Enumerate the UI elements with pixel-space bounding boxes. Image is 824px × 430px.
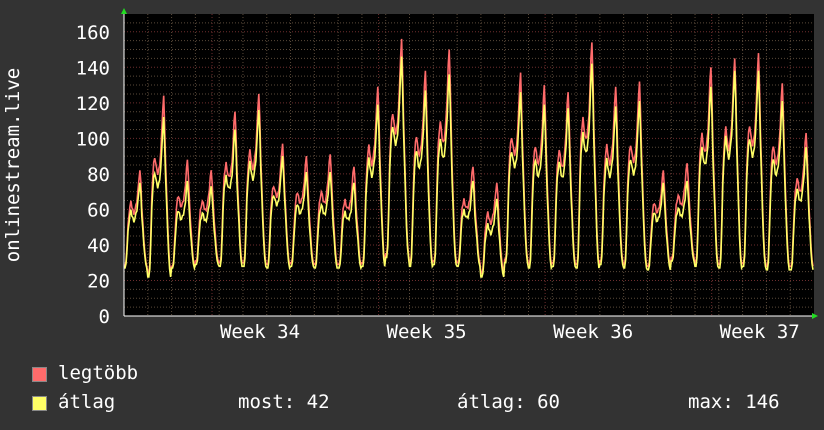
legend-swatch-avg	[32, 396, 47, 411]
y-axis-ticks: 0 20 40 60 80 100 120 140 160	[76, 22, 110, 328]
legend-label-avg: átlag	[58, 391, 116, 413]
stat-average: átlag: 60	[457, 391, 560, 413]
x-tick-label: Week 34	[220, 321, 300, 343]
y-tick-label: 160	[76, 22, 110, 44]
x-tick-label: Week 35	[387, 321, 467, 343]
legend-label-max: legtöbb	[58, 362, 139, 384]
y-tick-label: 0	[99, 306, 110, 328]
y-axis-arrow-icon	[121, 8, 127, 14]
x-axis-ticks: Week 34 Week 35 Week 36 Week 37	[220, 321, 800, 343]
x-tick-label: Week 36	[553, 321, 633, 343]
legend-swatch-max	[32, 367, 47, 382]
x-tick-label: Week 37	[720, 321, 800, 343]
y-tick-label: 120	[76, 93, 110, 115]
chart: 020406080100120140160 Week 34 Week 35 Week…	[2, 8, 818, 343]
stat-maximum: max: 146	[688, 391, 780, 413]
y-tick-label: 80	[87, 164, 110, 186]
y-tick-label: 20	[87, 270, 110, 292]
x-axis-arrow-icon	[812, 313, 818, 319]
y-axis-label: onlinestream.live	[2, 68, 24, 262]
y-tick-label: 140	[76, 57, 110, 79]
y-tick-label: 40	[87, 235, 110, 257]
y-tick-label: 60	[87, 199, 110, 221]
y-tick-label: 100	[76, 128, 110, 150]
stat-current: most: 42	[238, 391, 330, 413]
